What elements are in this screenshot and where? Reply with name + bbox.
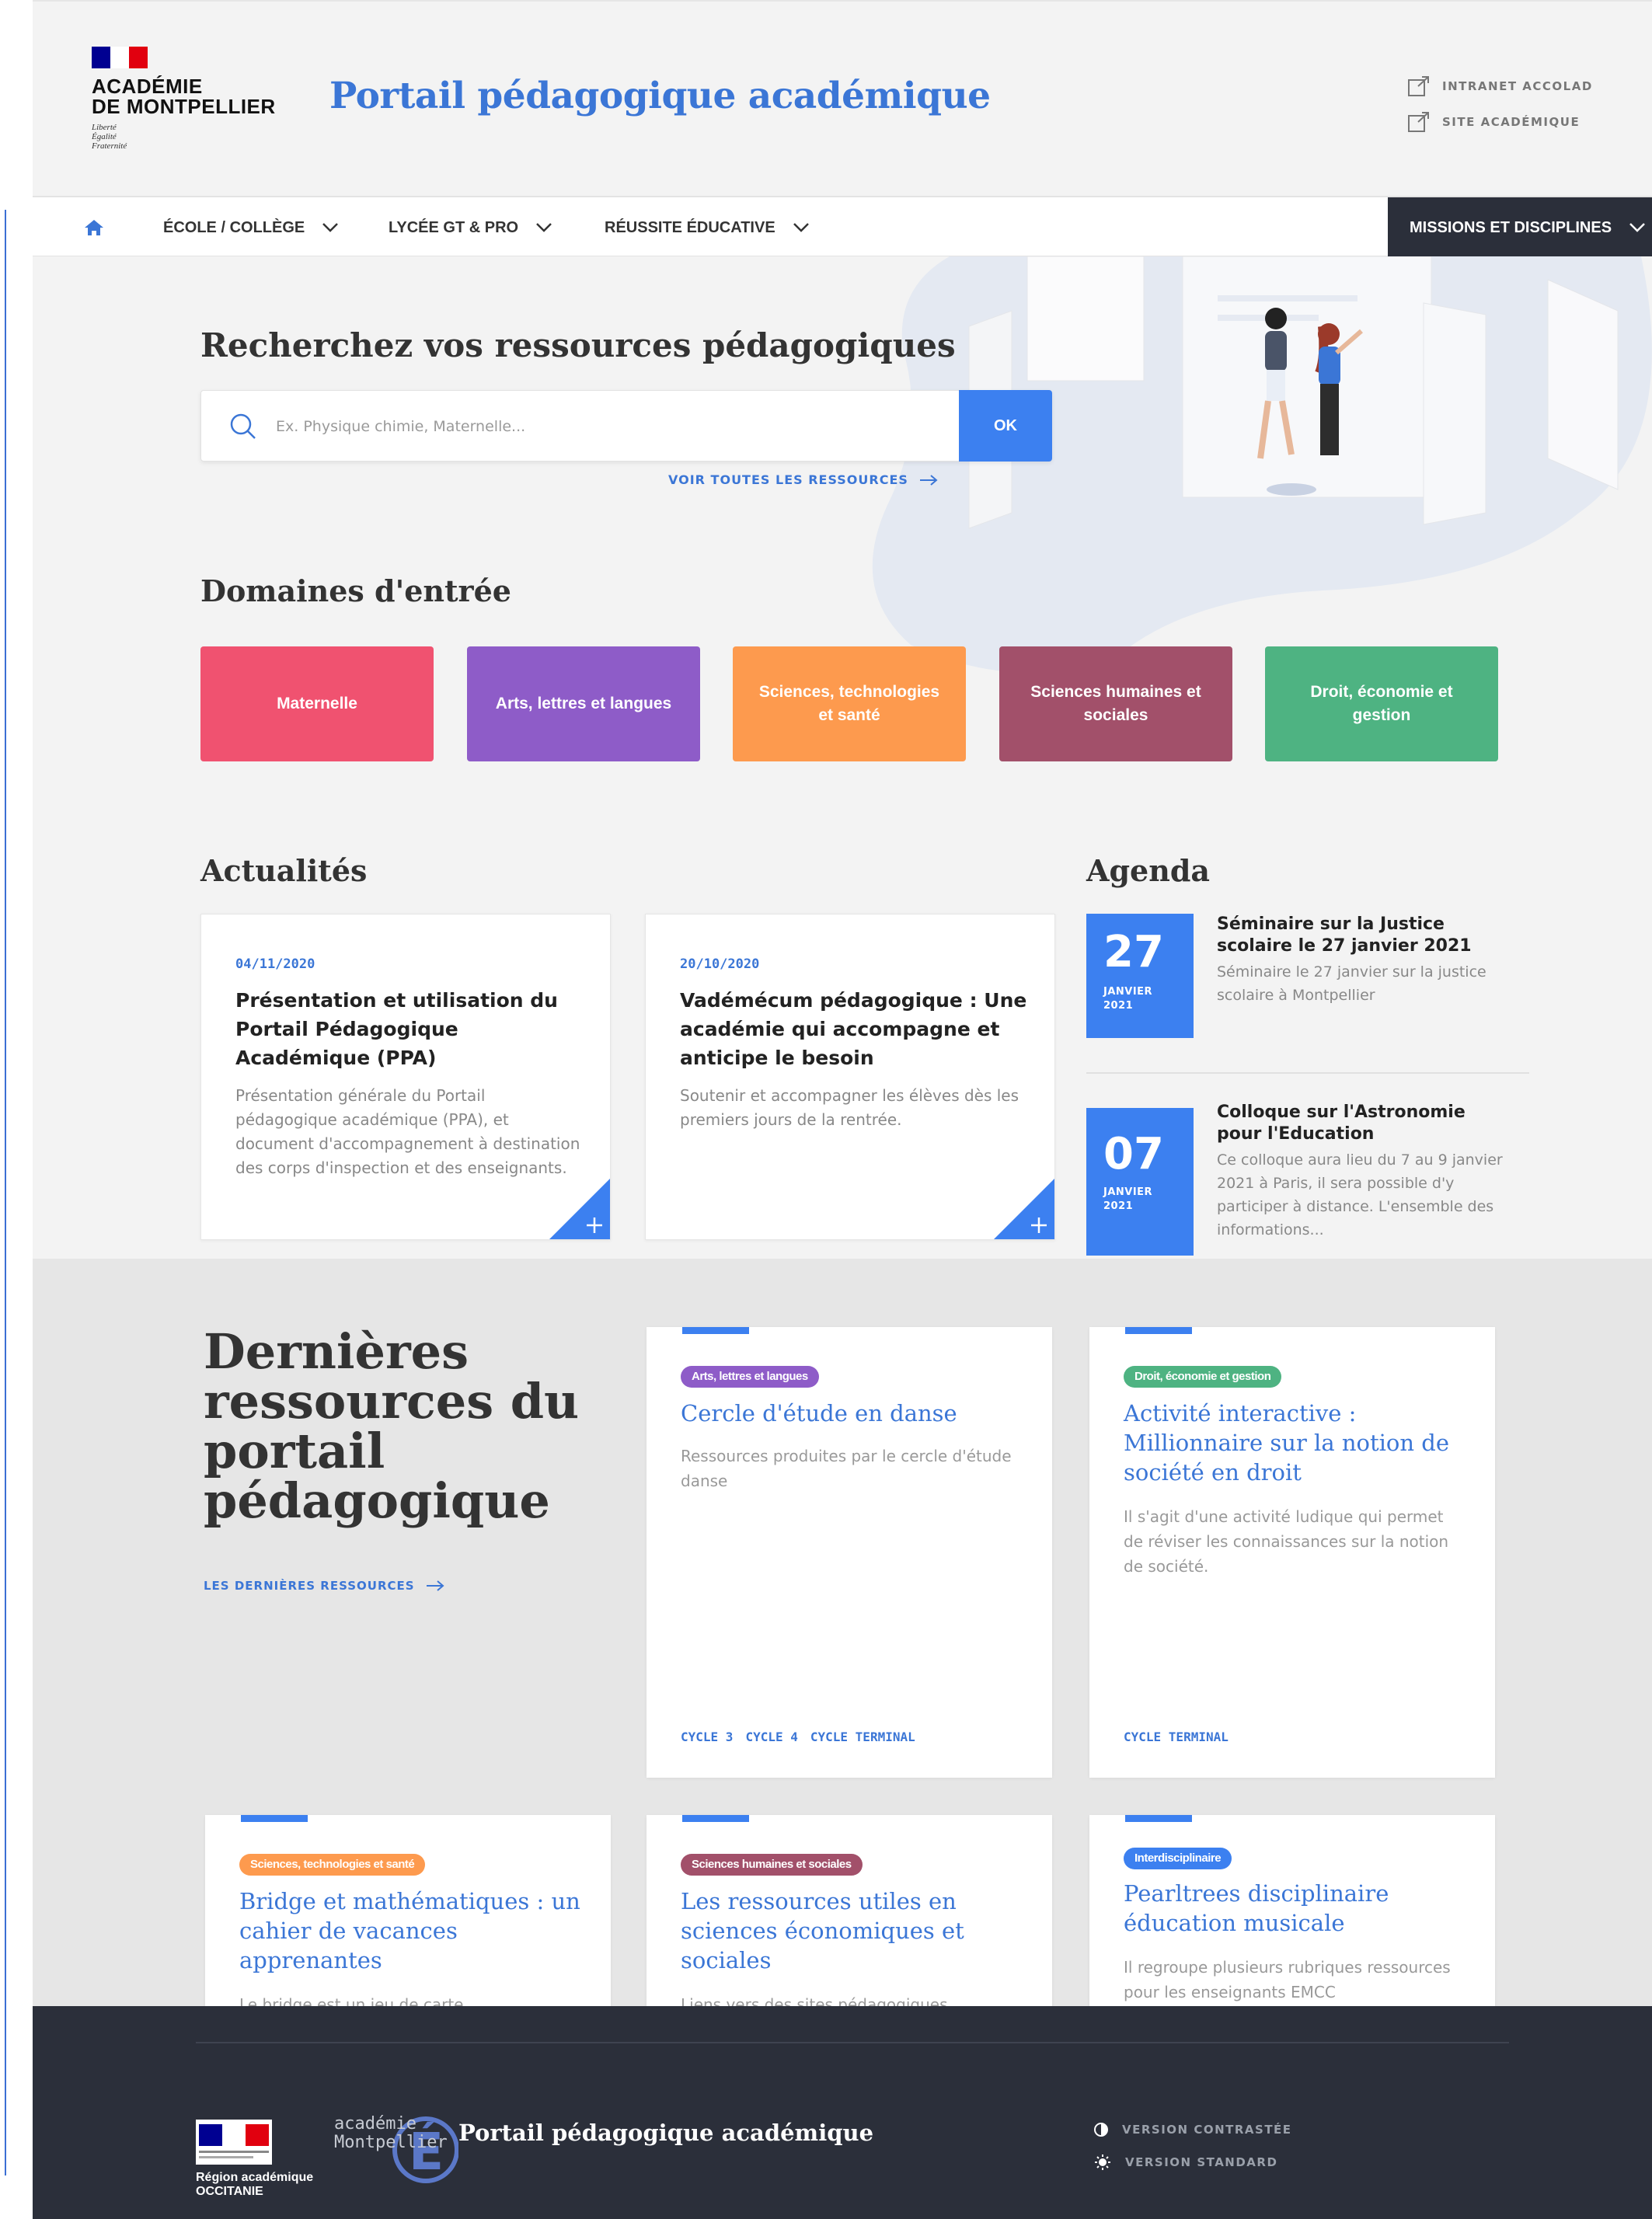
search-box: OK <box>200 390 1052 462</box>
domain-tile-droit-economie[interactable]: Droit, économie et gestion <box>1265 646 1498 761</box>
agenda-divider <box>1086 1072 1529 1074</box>
cycle-tags: CYCLE TERMINAL <box>1124 1730 1229 1744</box>
domain-badge: Interdisciplinaire <box>1124 1848 1232 1869</box>
footer-title: Portail pédagogique académique <box>458 2120 874 2146</box>
agenda-summary: Séminaire le 27 janvier sur la justice s… <box>1217 963 1486 1004</box>
resource-summary: Le bridge est un jeu de carte <box>239 1995 464 2006</box>
latest-resources-link[interactable]: LES DERNIÈRES RESSOURCES <box>204 1579 444 1593</box>
cycle-tags: CYCLE 3 CYCLE 4 CYCLE TERMINAL <box>681 1730 915 1744</box>
resource-title: Les ressources utiles en sciences économ… <box>681 1888 964 1973</box>
resource-card[interactable]: Droit, économie et gestion Activité inte… <box>1089 1327 1495 1778</box>
standard-version-toggle[interactable]: VERSION STANDARD <box>1094 2154 1277 2171</box>
intranet-accolad-link[interactable]: INTRANET ACCOLAD <box>1408 68 1593 104</box>
search-title: Recherchez vos ressources pédagogiques <box>200 326 956 364</box>
agenda-title: Séminaire sur la Justice scolaire le 27 … <box>1217 914 1472 956</box>
chevron-down-icon <box>322 223 339 232</box>
logo-line-2: DE MONTPELLIER <box>92 95 276 118</box>
hero-illustration <box>872 256 1652 673</box>
external-links: INTRANET ACCOLAD SITE ACADÉMIQUE <box>1408 68 1593 140</box>
home-icon[interactable] <box>82 216 106 239</box>
domain-badge: Sciences, technologies et santé <box>239 1854 426 1876</box>
contrast-icon <box>1094 2123 1108 2137</box>
frame-edge-line <box>5 210 6 2175</box>
domain-tile-sciences-technologies[interactable]: Sciences, technologies et santé <box>733 646 966 761</box>
search-input[interactable] <box>276 411 897 442</box>
domain-badge: Arts, lettres et langues <box>681 1366 819 1388</box>
agenda-date-block: 07 JANVIER 2021 <box>1086 1108 1194 1256</box>
resource-card[interactable]: Sciences, technologies et santé Bridge e… <box>205 1815 611 2006</box>
external-link-icon <box>1408 76 1430 96</box>
news-title: Présentation et utilisation du Portail P… <box>235 989 558 1069</box>
domains-title: Domaines d'entrée <box>200 573 511 608</box>
site-footer: Région académique OCCITANIE É académie M… <box>33 2006 1652 2219</box>
arrow-right-icon <box>919 474 938 486</box>
news-card[interactable]: 20/10/2020 Vadémécum pédagogique : Une a… <box>645 914 1055 1240</box>
resource-title: Pearltrees disciplinaire éducation music… <box>1124 1880 1389 1936</box>
news-section-title: Actualités <box>200 853 368 888</box>
card-accent-bar <box>682 1815 749 1822</box>
academie-logo[interactable]: ACADÉMIE DE MONTPELLIER Liberté Égalité … <box>92 47 276 151</box>
card-accent-bar <box>1125 1815 1192 1822</box>
sun-icon <box>1095 2155 1110 2170</box>
logo-line-1: ACADÉMIE <box>92 75 203 98</box>
site-header: ACADÉMIE DE MONTPELLIER Liberté Égalité … <box>33 0 1652 196</box>
main-nav: ÉCOLE / COLLÈGE LYCÉE GT & PRO RÉUSSITE … <box>33 196 1652 258</box>
domain-badge: Sciences humaines et sociales <box>681 1854 863 1876</box>
resource-card[interactable]: Interdisciplinaire Pearltrees disciplina… <box>1089 1815 1495 2006</box>
domain-tile-maternelle[interactable]: Maternelle <box>200 646 434 761</box>
resource-summary: Il regroupe plusieurs rubriques ressourc… <box>1124 1958 1451 2001</box>
site-title[interactable]: Portail pédagogique académique <box>329 75 991 117</box>
plus-icon[interactable] <box>549 1179 610 1239</box>
agenda-date-block: 27 JANVIER 2021 <box>1086 914 1194 1038</box>
agenda-item[interactable]: 07 JANVIER 2021 Colloque sur l'Astronomie… <box>1086 1103 1506 1256</box>
domain-badge: Droit, économie et gestion <box>1124 1366 1282 1388</box>
chevron-down-icon <box>793 223 809 232</box>
domain-tile-arts-lettres[interactable]: Arts, lettres et langues <box>467 646 700 761</box>
search-ok-button[interactable]: OK <box>959 390 1052 462</box>
nav-missions-disciplines[interactable]: MISSIONS ET DISCIPLINES <box>1388 197 1652 258</box>
marianne-icon <box>196 2120 272 2165</box>
nav-ecole-college[interactable]: ÉCOLE / COLLÈGE <box>163 197 339 258</box>
news-title: Vadémécum pédagogique : Une académie qui… <box>680 989 1027 1069</box>
plus-icon[interactable] <box>994 1179 1054 1239</box>
see-all-resources-link[interactable]: VOIR TOUTES LES RESSOURCES <box>668 472 938 487</box>
nav-lycee[interactable]: LYCÉE GT & PRO <box>389 197 552 258</box>
news-date: 04/11/2020 <box>235 956 315 972</box>
chevron-down-icon <box>1629 223 1645 232</box>
resource-summary: Ressources produites par le cercle d'étu… <box>681 1447 1012 1490</box>
resource-title: Activité interactive : Millionnaire sur … <box>1124 1400 1449 1486</box>
card-accent-bar <box>241 1815 308 1822</box>
resource-title: Bridge et mathématiques : un cahier de v… <box>239 1888 580 1973</box>
resource-summary: Il s'agit d'une activité ludique qui per… <box>1124 1507 1449 1576</box>
agenda-title: Colloque sur l'Astronomie pour l'Educati… <box>1217 1103 1466 1144</box>
resource-title: Cercle d'étude en danse <box>681 1400 957 1426</box>
contrast-version-toggle[interactable]: VERSION CONTRASTÉE <box>1094 2123 1292 2137</box>
footer-divider <box>196 2042 1509 2043</box>
external-link-icon <box>1408 112 1430 132</box>
logo-motto: Liberté Égalité Fraternité <box>92 123 127 151</box>
hero-section: Recherchez vos ressources pédagogiques O… <box>33 256 1652 1259</box>
french-flag-icon <box>92 47 148 68</box>
agenda-summary: Ce colloque aura lieu du 7 au 9 janvier … <box>1217 1151 1503 1238</box>
chevron-down-icon <box>536 223 552 232</box>
resource-card[interactable]: Sciences humaines et sociales Les ressou… <box>647 1815 1052 2006</box>
news-date: 20/10/2020 <box>680 956 760 972</box>
latest-resources-section: Dernières ressources du portail pédagogi… <box>33 1259 1652 2006</box>
nav-reussite-educative[interactable]: RÉUSSITE ÉDUCATIVE <box>605 197 810 258</box>
news-summary: Présentation générale du Portail pédagog… <box>235 1086 580 1177</box>
news-card[interactable]: 04/11/2020 Présentation et utilisation d… <box>200 914 611 1240</box>
search-icon <box>230 413 256 439</box>
resource-card[interactable]: Arts, lettres et langues Cercle d'étude … <box>647 1327 1052 1778</box>
card-accent-bar <box>1125 1327 1192 1334</box>
arrow-right-icon <box>426 1580 444 1591</box>
card-accent-bar <box>682 1327 749 1334</box>
academie-montpellier-logo[interactable]: É académie Montpellier <box>295 2084 459 2208</box>
domain-tile-sciences-humaines[interactable]: Sciences humaines et sociales <box>999 646 1232 761</box>
agenda-item[interactable]: 27 JANVIER 2021 Séminaire sur la Justice … <box>1086 914 1506 1054</box>
resources-title: Dernières ressources du portail pédagogi… <box>204 1323 580 1529</box>
site-academique-link[interactable]: SITE ACADÉMIQUE <box>1408 104 1593 140</box>
resource-summary: Liens vers des sites pédagogiques <box>681 1995 948 2006</box>
agenda-section-title: Agenda <box>1086 853 1211 888</box>
news-summary: Soutenir et accompagner les élèves dès l… <box>680 1086 1019 1129</box>
